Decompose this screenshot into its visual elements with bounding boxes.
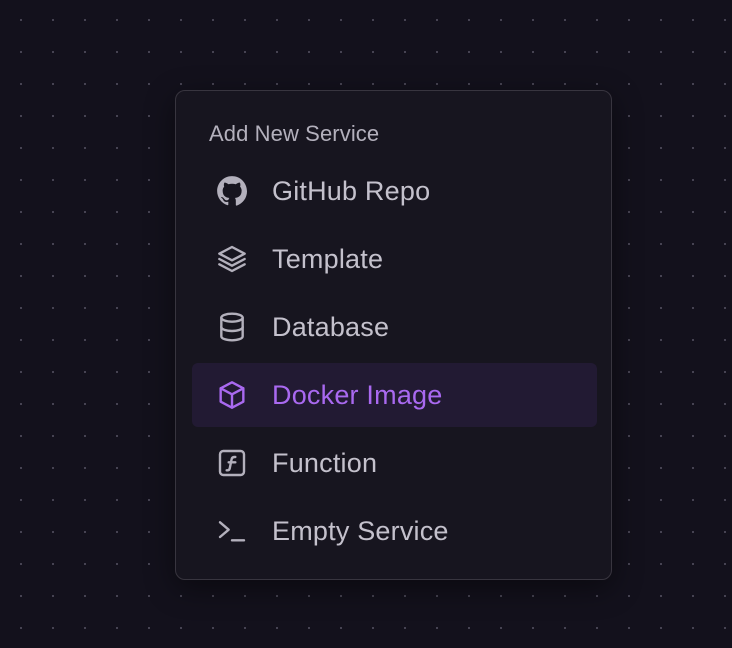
menu-item-label: Database	[272, 311, 390, 342]
add-service-menu: Add New Service GitHub Repo Template Dat…	[175, 90, 612, 580]
database-icon	[215, 310, 249, 344]
menu-item-template[interactable]: Template	[192, 227, 597, 291]
menu-item-label: Function	[272, 447, 378, 478]
terminal-icon	[215, 514, 249, 548]
layers-icon	[215, 242, 249, 276]
box-icon	[215, 378, 249, 412]
menu-item-label: Template	[272, 243, 384, 274]
function-icon	[215, 446, 249, 480]
menu-item-label: Empty Service	[272, 515, 449, 546]
menu-title: Add New Service	[209, 121, 380, 146]
menu-item-function[interactable]: Function	[192, 431, 597, 495]
github-icon	[215, 174, 249, 208]
menu-item-github-repo[interactable]: GitHub Repo	[192, 159, 597, 223]
menu-item-label: Docker Image	[272, 379, 443, 410]
menu-item-database[interactable]: Database	[192, 295, 597, 359]
menu-item-empty-service[interactable]: Empty Service	[192, 499, 597, 563]
menu-item-label: GitHub Repo	[272, 175, 431, 206]
menu-item-docker-image[interactable]: Docker Image	[192, 363, 597, 427]
